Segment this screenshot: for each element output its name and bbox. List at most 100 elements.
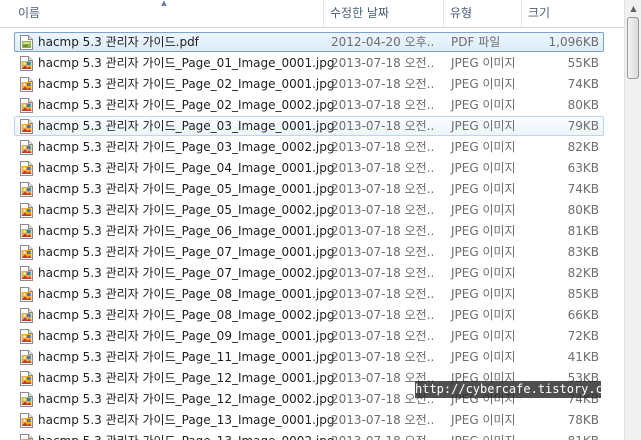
file-modified-date: 2013-07-18 오전... bbox=[331, 266, 435, 280]
jpeg-image-icon bbox=[20, 203, 33, 218]
column-header-size[interactable]: 크기 bbox=[522, 0, 602, 27]
file-type: JPEG 이미지 bbox=[451, 77, 516, 91]
file-modified-date: 2013-07-18 오전... bbox=[331, 287, 435, 301]
file-row[interactable]: hacmp 5.3 관리자 가이드_Page_01_Image_0001.jpg… bbox=[14, 53, 604, 73]
file-row[interactable]: hacmp 5.3 관리자 가이드_Page_02_Image_0002.jpg… bbox=[14, 95, 604, 115]
jpeg-image-icon bbox=[20, 98, 33, 113]
file-name: hacmp 5.3 관리자 가이드_Page_13_Image_0002.jpg bbox=[38, 432, 334, 440]
file-row[interactable]: hacmp 5.3 관리자 가이드_Page_05_Image_0001.jpg… bbox=[14, 179, 604, 199]
file-type: JPEG 이미지 bbox=[451, 98, 516, 112]
scroll-thumb[interactable] bbox=[627, 17, 639, 79]
file-row[interactable]: hacmp 5.3 관리자 가이드_Page_13_Image_0001.jpg… bbox=[14, 410, 604, 430]
file-size: 81KB bbox=[567, 224, 599, 238]
file-name: hacmp 5.3 관리자 가이드_Page_08_Image_0002.jpg bbox=[38, 308, 335, 322]
file-name: hacmp 5.3 관리자 가이드_Page_07_Image_0001.jpg bbox=[38, 245, 335, 259]
file-name: hacmp 5.3 관리자 가이드_Page_01_Image_0001.jpg bbox=[38, 56, 335, 70]
file-name: hacmp 5.3 관리자 가이드_Page_02_Image_0002.jpg bbox=[38, 98, 335, 112]
file-type: JPEG 이미지 bbox=[451, 308, 516, 322]
file-modified-date: 2013-07-18 오전... bbox=[331, 203, 435, 217]
file-name: hacmp 5.3 관리자 가이드_Page_06_Image_0001.jpg bbox=[38, 224, 335, 238]
jpeg-image-icon bbox=[20, 140, 33, 155]
file-row[interactable]: hacmp 5.3 관리자 가이드_Page_07_Image_0002.jpg… bbox=[14, 263, 604, 283]
file-type: JPEG 이미지 bbox=[451, 350, 516, 364]
file-type: PDF 파일 bbox=[451, 35, 501, 49]
file-name: hacmp 5.3 관리자 가이드_Page_03_Image_0002.jpg bbox=[38, 140, 335, 154]
file-size: 41KB bbox=[567, 350, 599, 364]
file-type: JPEG 이미지 bbox=[451, 413, 516, 427]
file-size: 83KB bbox=[567, 245, 599, 259]
file-row[interactable]: hacmp 5.3 관리자 가이드_Page_04_Image_0001.jpg… bbox=[14, 158, 604, 178]
file-row[interactable]: hacmp 5.3 관리자 가이드_Page_02_Image_0001.jpg… bbox=[14, 74, 604, 94]
file-size: 85KB bbox=[567, 287, 599, 301]
file-name: hacmp 5.3 관리자 가이드_Page_03_Image_0001.jpg bbox=[38, 119, 335, 133]
file-row[interactable]: hacmp 5.3 관리자 가이드_Page_05_Image_0002.jpg… bbox=[14, 200, 604, 220]
file-size: 63KB bbox=[567, 161, 599, 175]
column-header-type[interactable]: 유형 bbox=[444, 0, 522, 27]
file-row[interactable]: hacmp 5.3 관리자 가이드_Page_09_Image_0001.jpg… bbox=[14, 326, 604, 346]
file-row[interactable]: hacmp 5.3 관리자 가이드_Page_07_Image_0001.jpg… bbox=[14, 242, 604, 262]
jpeg-image-icon bbox=[20, 161, 33, 176]
file-modified-date: 2013-07-18 오전... bbox=[331, 98, 435, 112]
file-type: JPEG 이미지 bbox=[451, 266, 516, 280]
file-row[interactable]: hacmp 5.3 관리자 가이드_Page_11_Image_0001.jpg… bbox=[14, 347, 604, 367]
file-row[interactable]: hacmp 5.3 관리자 가이드_Page_06_Image_0001.jpg… bbox=[14, 221, 604, 241]
file-name: hacmp 5.3 관리자 가이드_Page_09_Image_0001.jpg bbox=[38, 329, 335, 343]
jpeg-image-icon bbox=[20, 245, 33, 260]
vertical-scrollbar[interactable]: ▲ bbox=[624, 0, 641, 440]
jpeg-image-icon bbox=[20, 371, 33, 386]
file-name: hacmp 5.3 관리자 가이드_Page_02_Image_0001.jpg bbox=[38, 77, 335, 91]
jpeg-image-icon bbox=[20, 434, 33, 440]
file-type: JPEG 이미지 bbox=[451, 161, 516, 175]
file-name: hacmp 5.3 관리자 가이드_Page_07_Image_0002.jpg bbox=[38, 266, 335, 280]
jpeg-image-icon bbox=[20, 224, 33, 239]
file-modified-date: 2013-07-18 오전... bbox=[331, 432, 435, 440]
jpeg-image-icon bbox=[20, 182, 33, 197]
file-modified-date: 2013-07-18 오전... bbox=[331, 245, 435, 259]
file-row[interactable]: hacmp 5.3 관리자 가이드.pdf 2012-04-20 오후... PDF… bbox=[14, 32, 604, 52]
file-row[interactable]: hacmp 5.3 관리자 가이드_Page_03_Image_0002.jpg… bbox=[14, 137, 604, 157]
file-modified-date: 2013-07-18 오전... bbox=[331, 329, 435, 343]
file-modified-date: 2013-07-18 오전... bbox=[331, 182, 435, 196]
file-modified-date: 2013-07-18 오전... bbox=[331, 161, 435, 175]
jpeg-image-icon bbox=[20, 77, 33, 92]
file-modified-date: 2013-07-18 오전... bbox=[331, 119, 435, 133]
file-type: JPEG 이미지 bbox=[451, 224, 516, 238]
file-type: JPEG 이미지 bbox=[451, 56, 516, 70]
file-size: 82KB bbox=[567, 266, 599, 280]
file-list: hacmp 5.3 관리자 가이드.pdf 2012-04-20 오후... PDF… bbox=[0, 32, 624, 440]
file-name: hacmp 5.3 관리자 가이드_Page_12_Image_0001.jpg bbox=[38, 371, 335, 385]
file-size: 1,096KB bbox=[548, 35, 599, 49]
jpeg-image-icon bbox=[20, 413, 33, 428]
file-size: 80KB bbox=[567, 203, 599, 217]
file-modified-date: 2013-07-18 오전... bbox=[331, 413, 435, 427]
column-header-bar: ▲ 이름 수정한 날짜 유형 크기 bbox=[0, 0, 624, 28]
file-modified-date: 2013-07-18 오전... bbox=[331, 224, 435, 238]
file-row[interactable]: hacmp 5.3 관리자 가이드_Page_13_Image_0002.jpg… bbox=[14, 431, 604, 440]
file-modified-date: 2013-07-18 오전... bbox=[331, 308, 435, 322]
file-type: JPEG 이미지 bbox=[451, 287, 516, 301]
file-size: 81KB bbox=[529, 432, 599, 440]
file-row[interactable]: hacmp 5.3 관리자 가이드_Page_03_Image_0001.jpg… bbox=[14, 116, 604, 136]
file-size: 74KB bbox=[567, 77, 599, 91]
file-name: hacmp 5.3 관리자 가이드_Page_13_Image_0001.jpg bbox=[38, 413, 335, 427]
column-header-date[interactable]: 수정한 날짜 bbox=[324, 0, 444, 27]
jpeg-image-icon bbox=[20, 266, 33, 281]
file-modified-date: 2012-04-20 오후... bbox=[331, 35, 435, 49]
file-type: JPEG 이미지 bbox=[451, 140, 516, 154]
jpeg-image-icon bbox=[20, 308, 33, 323]
file-row[interactable]: hacmp 5.3 관리자 가이드_Page_08_Image_0001.jpg… bbox=[14, 284, 604, 304]
jpeg-image-icon bbox=[20, 329, 33, 344]
file-modified-date: 2013-07-18 오전... bbox=[331, 56, 435, 70]
pdf-file-icon bbox=[20, 35, 33, 50]
file-modified-date: 2013-07-18 오전... bbox=[331, 140, 435, 154]
file-name: hacmp 5.3 관리자 가이드_Page_11_Image_0001.jpg bbox=[38, 350, 335, 364]
file-modified-date: 2013-07-18 오전... bbox=[331, 350, 435, 364]
jpeg-image-icon bbox=[20, 392, 33, 407]
jpeg-image-icon bbox=[20, 287, 33, 302]
file-type: JPEG 이미지 bbox=[451, 245, 516, 259]
file-size: 82KB bbox=[567, 140, 599, 154]
file-row[interactable]: hacmp 5.3 관리자 가이드_Page_08_Image_0002.jpg… bbox=[14, 305, 604, 325]
watermark-url: http://cybercafe.tistory.com bbox=[415, 381, 618, 398]
scroll-up-icon[interactable]: ▲ bbox=[626, 0, 641, 17]
column-header-name[interactable]: 이름 bbox=[12, 0, 324, 27]
